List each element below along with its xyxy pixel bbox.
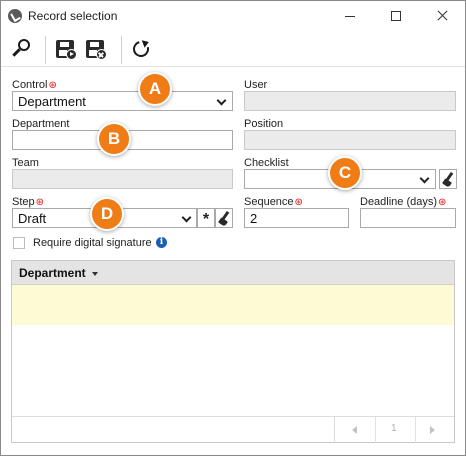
maximize-button[interactable] [373,1,419,31]
department-grid: Department 1 [11,260,455,443]
user-field [244,91,456,111]
toolbar [1,31,465,67]
toolbar-divider [45,36,46,64]
page-number: 1 [391,423,397,434]
chevron-down-icon [419,173,430,184]
step-clear-button[interactable] [215,208,233,228]
required-icon: ⊛ [35,197,45,208]
grid-header: Department [12,261,454,285]
required-icon: ⊛ [294,197,303,208]
sequence-label: Sequence⊛ [244,196,303,208]
position-field [244,130,456,150]
pager-divider [375,417,376,443]
checklist-label: Checklist [244,157,289,169]
callout-a: A [138,72,172,106]
deadline-field[interactable] [360,208,456,228]
control-label: Control⊛ [12,79,57,91]
save-and-run-button[interactable] [54,37,78,61]
app-logo-icon [8,9,22,23]
pager-controls: 1 [334,417,454,443]
minimize-button[interactable] [327,1,373,31]
callout-c: C [328,156,362,190]
window-title: Record selection [28,9,118,23]
next-page-icon[interactable] [430,426,435,434]
required-icon: ⊛ [438,197,447,208]
step-value: Draft [18,211,47,226]
required-icon: ⊛ [48,80,57,91]
info-icon[interactable]: i [156,237,167,248]
save-and-close-button[interactable] [84,37,108,61]
pager-divider [415,417,416,443]
asterisk-icon: * [202,211,210,228]
sort-caret-icon[interactable] [92,272,98,276]
callout-b: B [97,122,131,156]
position-label: Position [244,118,284,130]
column-header-department[interactable]: Department [19,266,86,280]
chevron-down-icon [216,95,227,106]
chevron-down-icon [181,212,192,223]
team-label: Team [12,157,39,169]
checklist-clear-button[interactable] [439,169,457,189]
table-row[interactable] [12,285,454,325]
previous-page-icon[interactable] [352,426,357,434]
step-lookup-button[interactable]: * [197,208,215,228]
user-label: User [244,79,268,91]
refresh-button[interactable] [129,37,153,61]
control-value: Department [18,94,86,109]
department-label: Department [12,118,70,130]
record-selection-window: Record selection Control⊛ Department Use… [0,0,466,456]
sequence-field[interactable]: 2 [244,208,349,228]
team-field [12,169,233,189]
pager: 1 [12,416,454,443]
toolbar-divider [121,36,122,64]
require-signature-label: Require digital signature [33,237,152,249]
deadline-label: Deadline (days)⊛ [360,196,447,208]
close-button[interactable] [419,1,465,31]
step-label: Step⊛ [12,196,45,208]
require-signature-checkbox[interactable] [13,237,25,249]
control-select[interactable]: Department [12,91,233,111]
callout-d: D [90,197,124,231]
title-bar: Record selection [1,1,465,31]
search-button[interactable] [9,37,33,61]
